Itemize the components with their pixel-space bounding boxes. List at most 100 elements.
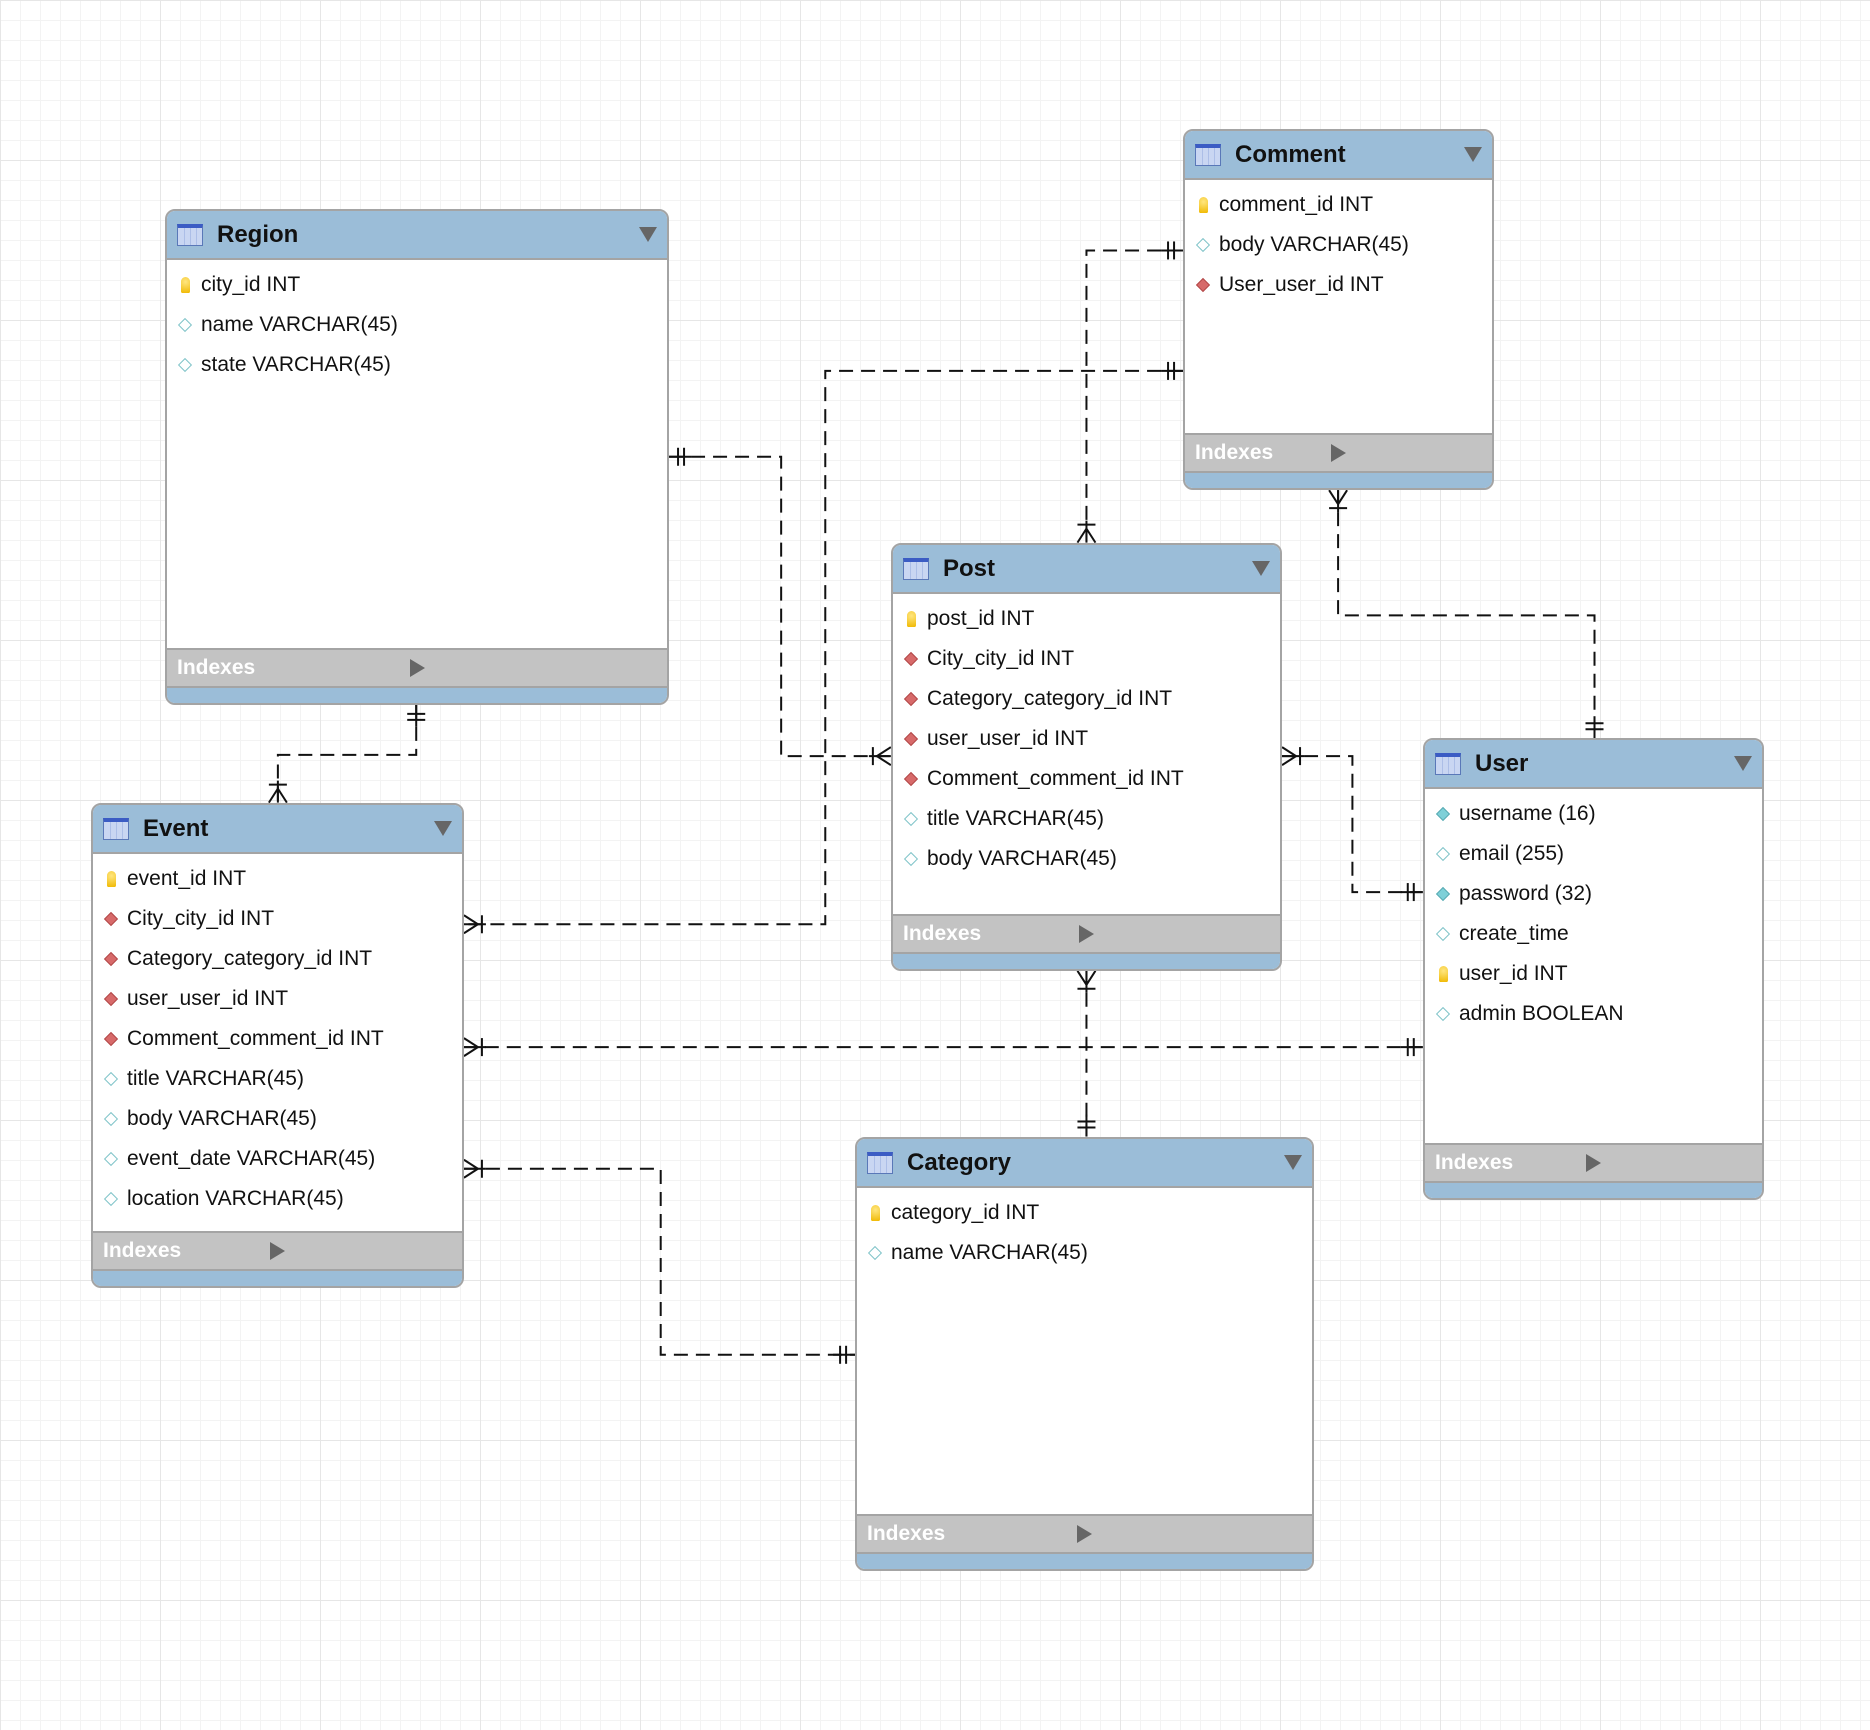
- column-diamond-icon: [103, 1111, 119, 1127]
- foreign-key-icon: [103, 991, 119, 1007]
- column-row[interactable]: title VARCHAR(45): [893, 799, 1280, 839]
- relationship-line[interactable]: [1085, 249, 1184, 543]
- column-row[interactable]: user_id INT: [1425, 954, 1762, 994]
- column-row[interactable]: event_id INT: [93, 859, 462, 899]
- indexes-bar[interactable]: Indexes: [893, 914, 1280, 954]
- table-header[interactable]: User: [1425, 740, 1762, 789]
- table-header[interactable]: Event: [93, 805, 462, 854]
- column-row[interactable]: user_user_id INT: [893, 719, 1280, 759]
- relationship-line[interactable]: [276, 704, 418, 803]
- column-row[interactable]: city_id INT: [167, 265, 667, 305]
- expand-triangle-icon[interactable]: [1331, 444, 1482, 462]
- table-title: Region: [217, 220, 299, 248]
- collapse-triangle-icon[interactable]: [434, 821, 452, 836]
- not-null-diamond-icon: [1435, 886, 1451, 902]
- foreign-key-icon: [903, 691, 919, 707]
- columns-list: city_id INT name VARCHAR(45) state VARCHAR…: [167, 260, 667, 648]
- relationship-line[interactable]: [463, 1167, 856, 1356]
- relationship-line[interactable]: [1337, 490, 1596, 739]
- table-post[interactable]: Post post_id INT City_city_id INT Category…: [891, 543, 1282, 971]
- column-row[interactable]: body VARCHAR(45): [893, 839, 1280, 879]
- crows-foot-icon: [1085, 528, 1097, 544]
- collapse-triangle-icon[interactable]: [1252, 561, 1270, 576]
- collapse-triangle-icon[interactable]: [1464, 147, 1482, 162]
- expand-triangle-icon[interactable]: [270, 1242, 452, 1260]
- crows-foot-icon: [1076, 970, 1088, 986]
- table-footer: [1185, 473, 1492, 488]
- column-row[interactable]: Category_category_id INT: [893, 679, 1280, 719]
- column-row[interactable]: City_city_id INT: [893, 639, 1280, 679]
- column-row[interactable]: body VARCHAR(45): [93, 1099, 462, 1139]
- column-row[interactable]: Comment_comment_id INT: [893, 759, 1280, 799]
- table-region[interactable]: Region city_id INT name VARCHAR(45) state …: [165, 209, 669, 705]
- table-title: User: [1475, 749, 1529, 777]
- column-label: Comment_comment_id INT: [127, 1027, 384, 1050]
- column-row[interactable]: admin BOOLEAN: [1425, 994, 1762, 1034]
- column-row[interactable]: post_id INT: [893, 599, 1280, 639]
- columns-list: event_id INT City_city_id INT Category_cat…: [93, 854, 462, 1231]
- table-footer: [1425, 1183, 1762, 1198]
- column-row[interactable]: City_city_id INT: [93, 899, 462, 939]
- column-diamond-icon: [1435, 846, 1451, 862]
- column-row[interactable]: event_date VARCHAR(45): [93, 1139, 462, 1179]
- table-user[interactable]: User username (16) email (255) password (3…: [1423, 738, 1764, 1200]
- relationship-line[interactable]: [1282, 755, 1423, 894]
- column-row[interactable]: username (16): [1425, 794, 1762, 834]
- column-row[interactable]: email (255): [1425, 834, 1762, 874]
- column-row[interactable]: name VARCHAR(45): [167, 305, 667, 345]
- table-footer: [857, 1554, 1312, 1569]
- indexes-bar[interactable]: Indexes: [167, 648, 667, 688]
- column-row[interactable]: User_user_id INT: [1185, 265, 1492, 305]
- column-label: event_id INT: [127, 867, 247, 890]
- table-event[interactable]: Event event_id INT City_city_id INT Catego…: [91, 803, 464, 1288]
- column-label: title VARCHAR(45): [127, 1067, 304, 1090]
- foreign-key-icon: [1195, 277, 1211, 293]
- table-header[interactable]: Region: [167, 211, 667, 260]
- table-footer: [167, 688, 667, 703]
- relationship-line[interactable]: [669, 455, 891, 758]
- column-row[interactable]: Category_category_id INT: [93, 939, 462, 979]
- crows-foot-icon: [463, 1046, 479, 1057]
- table-category[interactable]: Category category_id INT name VARCHAR(45)…: [855, 1137, 1314, 1571]
- expand-triangle-icon[interactable]: [1586, 1154, 1752, 1172]
- column-label: comment_id INT: [1219, 193, 1374, 216]
- column-row[interactable]: Comment_comment_id INT: [93, 1019, 462, 1059]
- collapse-triangle-icon[interactable]: [639, 227, 657, 242]
- indexes-bar[interactable]: Indexes: [93, 1231, 462, 1271]
- column-row[interactable]: body VARCHAR(45): [1185, 225, 1492, 265]
- crows-foot-icon: [1337, 489, 1348, 505]
- collapse-triangle-icon[interactable]: [1284, 1155, 1302, 1170]
- column-row[interactable]: comment_id INT: [1185, 185, 1492, 225]
- crows-foot-icon: [1076, 528, 1088, 544]
- column-label: name VARCHAR(45): [891, 1241, 1088, 1264]
- crows-foot-icon: [463, 1037, 479, 1048]
- table-header[interactable]: Comment: [1185, 131, 1492, 180]
- column-row[interactable]: state VARCHAR(45): [167, 345, 667, 385]
- expand-triangle-icon[interactable]: [1077, 1525, 1302, 1543]
- table-icon: [903, 557, 929, 580]
- column-row[interactable]: title VARCHAR(45): [93, 1059, 462, 1099]
- column-row[interactable]: name VARCHAR(45): [857, 1233, 1312, 1273]
- indexes-bar[interactable]: Indexes: [1425, 1143, 1762, 1183]
- table-icon: [1195, 143, 1221, 166]
- indexes-bar[interactable]: Indexes: [857, 1514, 1312, 1554]
- expand-triangle-icon[interactable]: [409, 659, 658, 677]
- table-header[interactable]: Post: [893, 545, 1280, 594]
- column-row[interactable]: password (32): [1425, 874, 1762, 914]
- indexes-label: Indexes: [903, 922, 982, 945]
- column-row[interactable]: create_time: [1425, 914, 1762, 954]
- table-icon: [867, 1151, 893, 1174]
- table-icon: [103, 817, 129, 840]
- column-label: email (255): [1459, 842, 1565, 865]
- column-row[interactable]: user_user_id INT: [93, 979, 462, 1019]
- expand-triangle-icon[interactable]: [1079, 925, 1270, 943]
- column-row[interactable]: category_id INT: [857, 1193, 1312, 1233]
- indexes-bar[interactable]: Indexes: [1185, 433, 1492, 473]
- crows-foot-icon: [463, 923, 479, 935]
- crows-foot-icon: [1281, 755, 1297, 766]
- collapse-triangle-icon[interactable]: [1734, 756, 1752, 771]
- table-comment[interactable]: Comment comment_id INT body VARCHAR(45) Us…: [1183, 129, 1494, 490]
- foreign-key-icon: [903, 731, 919, 747]
- column-row[interactable]: location VARCHAR(45): [93, 1179, 462, 1219]
- table-header[interactable]: Category: [857, 1139, 1312, 1188]
